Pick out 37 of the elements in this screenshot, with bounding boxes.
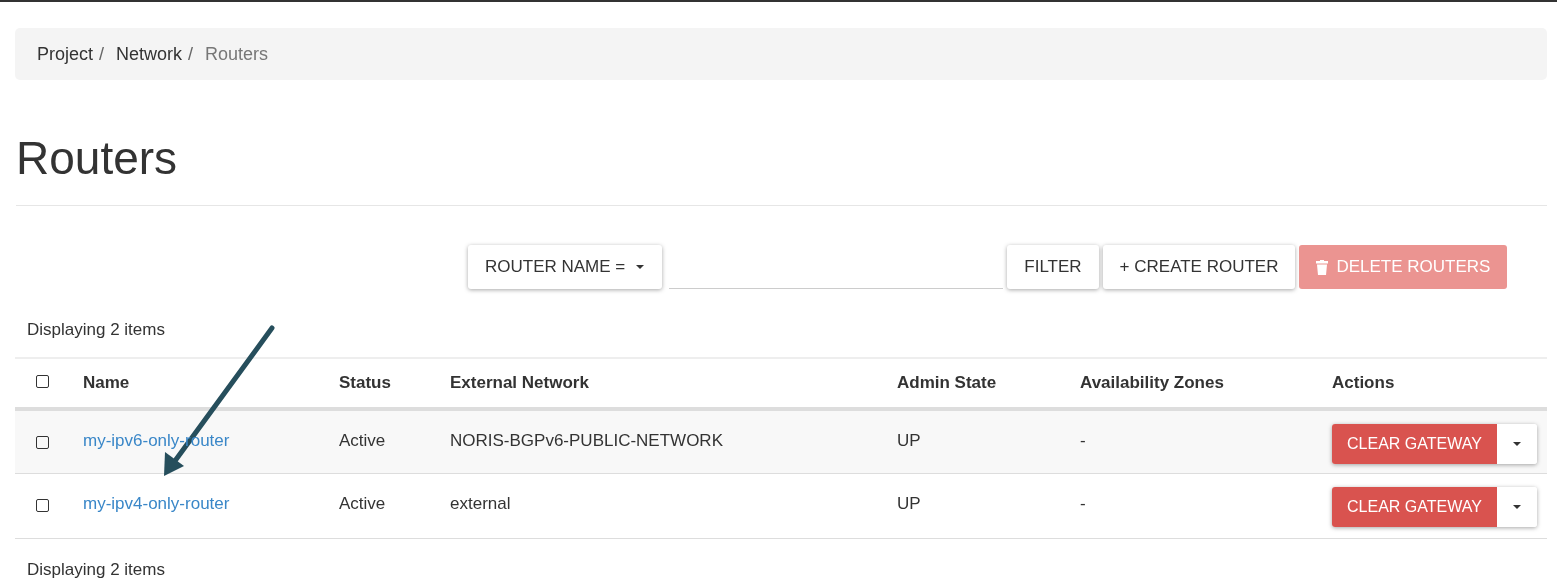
table-cell: -	[1080, 430, 1086, 450]
clear-gateway-button[interactable]: CLEAR GATEWAY	[1332, 487, 1497, 527]
breadcrumb-separator: /	[99, 42, 105, 66]
clear-gateway-button[interactable]: CLEAR GATEWAY	[1332, 423, 1497, 464]
table-cell: NORIS-BGPv6-PUBLIC-NETWORK	[450, 430, 723, 450]
item-count: Displaying 2 items	[27, 559, 166, 581]
filter-type-dropdown[interactable]: ROUTER NAME =	[468, 245, 663, 289]
column-header: Admin State	[897, 372, 997, 392]
filter-button[interactable]: FILTER	[1007, 245, 1099, 289]
breadcrumb-link[interactable]: Network	[116, 40, 183, 68]
row-actions-dropdown[interactable]	[1496, 487, 1537, 527]
table-cell: UP	[897, 430, 921, 450]
checkbox[interactable]	[36, 499, 49, 512]
checkbox[interactable]	[36, 374, 49, 388]
table-cell: Active	[339, 494, 386, 513]
table-cell: UP	[897, 494, 921, 513]
router-link[interactable]: my-ipv4-only-router	[83, 494, 230, 513]
checkbox[interactable]	[36, 435, 49, 449]
breadcrumb-current: Routers	[205, 42, 269, 66]
column-header: Status	[339, 372, 391, 392]
table-cell: external	[450, 494, 511, 513]
caret-icon	[635, 264, 646, 270]
row-actions-dropdown[interactable]	[1496, 423, 1537, 464]
table-cell: -	[1080, 494, 1086, 513]
breadcrumb-link[interactable]: Project	[37, 40, 94, 68]
column-header: External Network	[450, 372, 589, 392]
trash-icon	[1316, 259, 1329, 275]
page-title: Routers	[16, 135, 1547, 206]
column-header: Actions	[1332, 372, 1395, 392]
item-count: Displaying 2 items	[27, 319, 166, 341]
create-router-button[interactable]: + CREATE ROUTER	[1102, 245, 1296, 289]
breadcrumb-separator: /	[188, 42, 194, 66]
caret-icon	[1511, 504, 1522, 510]
table-cell: Active	[339, 430, 386, 450]
column-header: Availability Zones	[1080, 372, 1224, 392]
column-header: Name	[83, 372, 130, 392]
caret-icon	[1511, 440, 1522, 447]
